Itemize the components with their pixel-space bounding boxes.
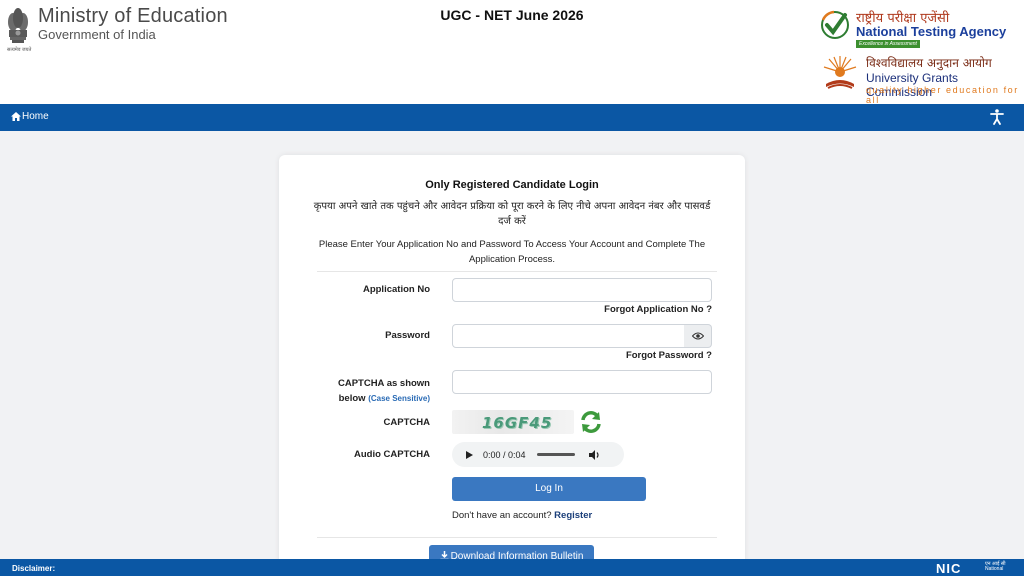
audio-captcha-label: Audio CAPTCHA: [354, 449, 430, 460]
captcha-text: 16GF45: [482, 414, 553, 432]
ugc-hindi-name: विश्वविद्यालय अनुदान आयोग: [866, 56, 992, 70]
captcha-label-line2: below: [338, 393, 366, 404]
government-name: Government of India: [38, 27, 156, 42]
home-icon: [11, 112, 21, 121]
nav-home-label: Home: [22, 111, 49, 122]
ugc-logo: विश्वविद्यालय अनुदान आयोग University Gra…: [820, 54, 1024, 105]
no-account-text: Don't have an account?: [452, 510, 552, 521]
refresh-captcha-icon[interactable]: [578, 410, 604, 434]
captcha-image: 16GF45: [452, 410, 574, 434]
password-label: Password: [385, 330, 430, 341]
nta-check-icon: [821, 10, 849, 39]
application-no-input[interactable]: [452, 278, 712, 302]
application-no-label: Application No: [362, 284, 430, 295]
play-icon[interactable]: [466, 450, 473, 459]
accessibility-icon[interactable]: [990, 109, 1004, 130]
nta-tagline: Excellence in Assessment: [856, 40, 920, 48]
eye-icon: [691, 332, 704, 340]
password-input[interactable]: [452, 324, 685, 348]
forgot-application-link[interactable]: Forgot Application No ?: [604, 304, 712, 315]
nta-logo: राष्ट्रीय परीक्षा एजेंसी National Testin…: [820, 8, 1020, 48]
site-header: सत्यमेव जयते Ministry of Education Gover…: [0, 0, 1024, 105]
forgot-password-link[interactable]: Forgot Password ?: [626, 350, 712, 361]
audio-captcha-player: 0:00 / 0:04: [452, 442, 624, 467]
nta-english-name: National Testing Agency: [856, 24, 1007, 39]
hindi-instruction: कृपया अपने खाते तक पहुंचने और आवेदन प्रक…: [313, 201, 711, 227]
ugc-emblem-icon: [823, 56, 857, 89]
audio-progress-slider[interactable]: [536, 453, 575, 456]
show-password-button[interactable]: [684, 324, 712, 348]
volume-icon[interactable]: [588, 449, 600, 460]
login-card: Only Registered Candidate Login कृपया अप…: [279, 155, 745, 575]
case-sensitive-note: (Case Sensitive): [368, 394, 430, 403]
nic-small-text: एन आई सी National: [985, 562, 1006, 572]
login-title: Only Registered Candidate Login: [425, 179, 599, 191]
site-footer: Disclaimer: NIC एन आई सी National: [0, 559, 1024, 576]
nav-home-link[interactable]: Home: [11, 111, 49, 122]
captcha-label-line1: CAPTCHA as shown: [337, 378, 430, 389]
register-prompt: Don't have an account? Register: [452, 510, 592, 521]
emblem-caption: सत्यमेव जयते: [7, 47, 32, 53]
disclaimer-label: Disclaimer:: [12, 564, 56, 573]
audio-time: 0:00 / 0:04: [483, 449, 526, 460]
divider: [317, 271, 717, 272]
captcha-input-label: CAPTCHA as shown below (Case Sensitive): [319, 376, 430, 406]
login-button[interactable]: Log In: [452, 477, 646, 501]
captcha-input[interactable]: [452, 370, 712, 394]
captcha-image-label: CAPTCHA: [383, 417, 430, 428]
register-link[interactable]: Register: [554, 510, 592, 521]
english-instruction: Please Enter Your Application No and Pas…: [318, 239, 706, 265]
nic-logo: NIC: [936, 561, 962, 576]
nic-small-english: National: [985, 566, 1004, 572]
main-nav: Home: [0, 104, 1024, 131]
ugc-tagline: quality higher education for all: [866, 85, 1019, 105]
divider: [317, 537, 717, 538]
